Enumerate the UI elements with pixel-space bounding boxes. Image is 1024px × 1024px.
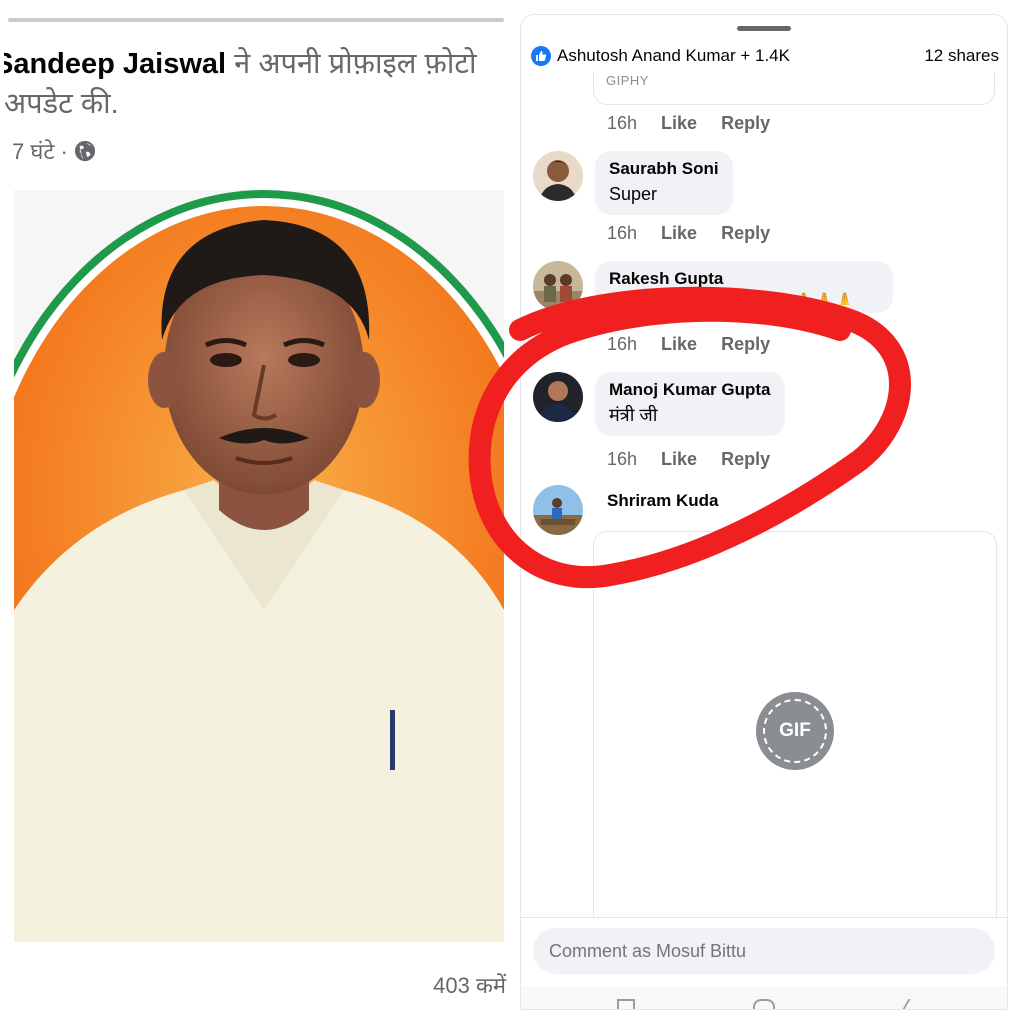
gif-comment-bubble[interactable]: GIPHY xyxy=(593,65,995,105)
profile-photo-illustration xyxy=(14,190,504,942)
post-action-text-line2: अपडेट की. xyxy=(4,88,119,120)
comment-time: 16h xyxy=(607,223,638,243)
comment-input[interactable] xyxy=(533,928,995,974)
comment-item: Shriram Kuda xyxy=(533,485,718,535)
shares-count[interactable]: 12 shares xyxy=(924,46,999,66)
globe-icon xyxy=(74,140,95,162)
avatar[interactable] xyxy=(533,151,583,201)
reply-button[interactable]: Reply xyxy=(721,449,770,470)
profile-photo[interactable] xyxy=(14,190,504,942)
comment-actions: 16h Like Reply xyxy=(607,449,770,470)
gif-picker: GIF xyxy=(593,531,997,931)
comment-count[interactable]: 403 कमें xyxy=(433,970,506,1000)
comment-item: Saurabh Soni Super xyxy=(533,151,733,215)
comments-sheet: GIPHY Ashutosh Anand Kumar + 1.4K 12 sha… xyxy=(520,14,1008,1010)
comment-bubble[interactable]: Manoj Kumar Gupta मंत्री जी xyxy=(595,372,785,436)
reply-button[interactable]: Reply xyxy=(721,334,770,355)
comment-actions: 16h Like Reply xyxy=(607,223,770,244)
reply-button[interactable]: Reply xyxy=(721,223,770,244)
post-meta: 7 घंटे · xyxy=(12,136,96,166)
comment-actions: 16h Like Reply xyxy=(607,334,770,355)
comment-time: 16h xyxy=(607,334,638,354)
home-icon[interactable] xyxy=(753,999,775,1009)
system-nav-bar xyxy=(521,987,1007,1009)
drag-handle[interactable] xyxy=(737,26,791,31)
comment-bubble[interactable]: Saurabh Soni Super xyxy=(595,151,733,215)
giphy-label: GIPHY xyxy=(606,73,649,88)
reactions-bar: Ashutosh Anand Kumar + 1.4K 12 shares xyxy=(531,41,999,71)
comment-item-highlighted: Manoj Kumar Gupta मंत्री जी xyxy=(533,372,785,436)
comment-actions: 16h Like Reply xyxy=(607,113,770,134)
gif-button[interactable]: GIF xyxy=(756,692,834,770)
avatar[interactable] xyxy=(533,485,583,535)
post-action-text: ने अपनी प्रोफ़ाइल फ़ोटो xyxy=(226,48,477,80)
comment-composer xyxy=(521,917,1007,987)
thumbs-up-icon xyxy=(531,46,551,66)
post-timestamp[interactable]: 7 घंटे · xyxy=(12,136,68,166)
gif-icon: GIF xyxy=(763,699,827,763)
reactions-text: Ashutosh Anand Kumar + 1.4K xyxy=(557,46,790,65)
back-icon[interactable] xyxy=(891,999,911,1009)
comment-text: 🙏🙏🙏🙏🙏🙏🙏🙏🙏🙏🙏🙏 xyxy=(609,292,856,305)
commenter-name[interactable]: Saurabh Soni xyxy=(609,157,719,181)
avatar[interactable] xyxy=(533,261,583,311)
comment-time: 16h xyxy=(607,113,638,133)
like-button[interactable]: Like xyxy=(661,334,697,355)
avatar[interactable] xyxy=(533,372,583,422)
post-author-link[interactable]: Sandeep Jaiswal xyxy=(4,48,226,80)
like-button[interactable]: Like xyxy=(661,223,697,244)
comment-text: मंत्री जी xyxy=(609,405,658,425)
reactions-summary[interactable]: Ashutosh Anand Kumar + 1.4K xyxy=(531,46,790,66)
commenter-name[interactable]: Rakesh Gupta xyxy=(609,267,879,291)
comment-item: Rakesh Gupta 🙏🙏🙏🙏🙏🙏🙏🙏🙏🙏🙏🙏 xyxy=(533,261,893,313)
like-button[interactable]: Like xyxy=(661,113,697,134)
comment-time: 16h xyxy=(607,449,638,469)
post-header: Sandeep Jaiswal ने अपनी प्रोफ़ाइल फ़ोटो … xyxy=(4,44,508,124)
recent-apps-icon[interactable] xyxy=(617,999,635,1009)
comment-text: Super xyxy=(609,184,658,204)
post-panel: Sandeep Jaiswal ने अपनी प्रोफ़ाइल फ़ोटो … xyxy=(0,0,512,1024)
comment-bubble[interactable]: Rakesh Gupta 🙏🙏🙏🙏🙏🙏🙏🙏🙏🙏🙏🙏 xyxy=(595,261,893,313)
divider xyxy=(8,18,504,22)
commenter-name[interactable]: Shriram Kuda xyxy=(607,491,718,511)
commenter-name[interactable]: Manoj Kumar Gupta xyxy=(609,378,771,402)
like-button[interactable]: Like xyxy=(661,449,697,470)
reply-button[interactable]: Reply xyxy=(721,113,770,134)
